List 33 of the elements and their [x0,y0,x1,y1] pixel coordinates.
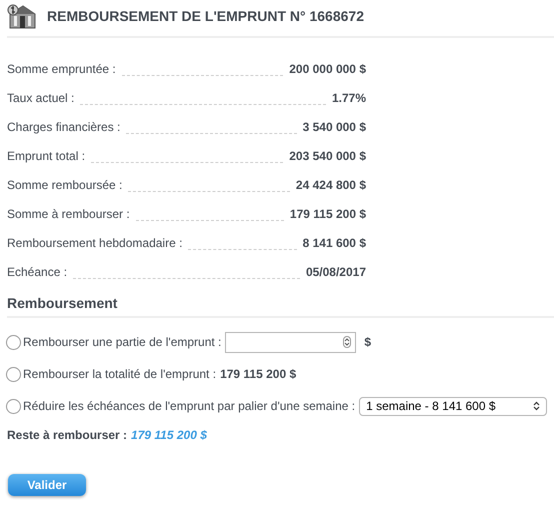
detail-value: 203 540 000 $ [289,148,366,165]
option-label: Rembourser une partie de l'emprunt : [23,334,222,351]
full-amount: 179 115 200 $ [220,366,296,383]
radio-button[interactable] [6,398,21,414]
week-select[interactable]: 1 semaine - 8 141 600 $ [359,396,548,416]
spinner-icon[interactable] [343,336,352,348]
detail-value: 24 424 800 $ [296,177,366,194]
detail-label: Taux actuel : [7,90,74,107]
detail-label: Somme empruntée : [7,61,116,78]
detail-value: 179 115 200 $ [290,206,366,223]
detail-value: 3 540 000 $ [302,119,366,136]
section-title: Remboursement [7,294,118,313]
radio-button[interactable] [6,366,21,382]
remaining-label: Reste à rembourser : [7,427,128,444]
option-label: Réduire les échéances de l'emprunt par palier d'une semaine : [23,398,356,415]
detail-label: Somme à rembourser : [7,206,130,223]
bank-icon [7,2,36,30]
option-label: Rembourser la totalité de l'emprunt : [23,366,216,383]
amount-field[interactable] [225,332,356,352]
chevron-icon [533,401,540,411]
page-title: REMBOURSEMENT DE L'EMPRUNT N° 1668672 [47,6,364,26]
detail-label: Echéance : [7,264,68,281]
detail-value: 1.77% [332,90,366,107]
radio-button[interactable] [6,334,21,350]
detail-value: 8 141 600 $ [302,235,366,252]
currency-label: $ [364,334,372,351]
detail-label: Remboursement hebdomadaire : [7,235,182,252]
detail-label: Somme remboursée : [7,177,122,194]
detail-label: Charges financières : [7,119,120,136]
detail-value: 05/08/2017 [306,264,366,281]
detail-value: 200 000 000 $ [289,61,366,78]
remaining-amount: 179 115 200 $ [131,427,207,444]
detail-label: Emprunt total : [7,148,86,165]
